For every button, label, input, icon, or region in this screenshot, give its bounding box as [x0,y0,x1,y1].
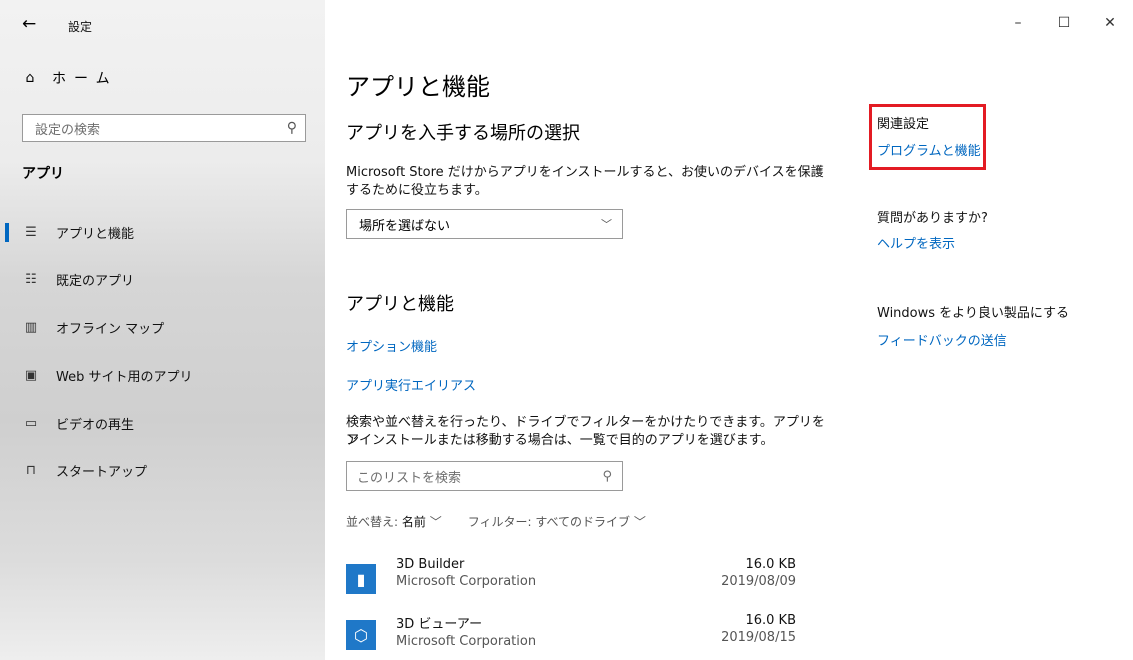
programs-features-link[interactable]: プログラムと機能 [877,140,981,159]
app-date: 2019/08/15 [721,630,796,645]
home-label: ホーム [52,71,118,87]
question-heading: 質問がありますか? [877,211,988,226]
filter-label: フィルター: すべてのドライブ [467,515,631,529]
optional-features-link[interactable]: オプション機能 [346,336,437,355]
settings-search-placeholder: 設定の検索 [35,122,101,138]
sort-label: 並べ替え: [346,515,399,529]
list-item[interactable]: ▮ 3D Builder Microsoft Corporation 16.0 … [346,557,796,603]
related-settings-heading: 関連設定 [877,117,930,132]
maximize-button[interactable]: ☐ [1041,6,1087,40]
sidebar-item-default-apps[interactable]: ☷ 既定のアプリ [22,264,134,294]
chevron-down-icon: ﹀ [429,515,442,529]
sidebar-item-label: アプリと機能 [56,226,135,242]
sidebar-item-label: オフライン マップ [56,321,165,337]
app-size: 16.0 KB [745,557,796,572]
app-date: 2019/08/09 [721,574,796,589]
back-arrow-icon[interactable]: ← [22,14,36,34]
list-desc-2: ンインストールまたは移動する場合は、一覧で目的のアプリを選びます。 [346,433,774,448]
offline-maps-icon: ▥ [24,319,38,335]
3d-viewer-icon: ⬡ [346,620,376,650]
location-dropdown-value: 場所を選ばない [359,218,451,234]
sort-value: 名前 [401,515,426,529]
sidebar: ← 設定 ⌂ ホーム 設定の検索 ⚲ アプリ ☰ アプリと機能 ☷ 既定のアプリ… [0,0,325,660]
app-name: 3D Builder [396,557,465,572]
app-list-search-input[interactable]: このリストを検索 ⚲ [346,461,623,491]
minimize-button[interactable]: – [995,6,1041,40]
app-name: 3D ビューアー [396,617,483,632]
sidebar-item-label: スタートアップ [56,464,148,480]
chevron-down-icon: ﹀ [633,515,646,529]
get-help-link[interactable]: ヘルプを表示 [877,233,955,252]
apps-features-icon: ☰ [25,224,37,240]
chevron-down-icon: ﹀ [601,218,612,231]
3d-builder-icon: ▮ [346,564,376,594]
list-item[interactable]: ⬡ 3D ビューアー Microsoft Corporation 16.0 KB… [346,613,796,659]
home-icon: ⌂ [25,70,35,86]
sort-dropdown[interactable]: 並べ替え: 名前 ﹀ [346,513,442,530]
app-execution-alias-link[interactable]: アプリ実行エイリアス [346,375,476,394]
location-dropdown[interactable]: 場所を選ばない ﹀ [346,209,623,239]
settings-search-input[interactable]: 設定の検索 ⚲ [22,114,306,142]
window-controls: – ☐ ✕ [995,6,1133,40]
choose-location-heading: アプリを入手する場所の選択 [346,123,580,144]
sidebar-item-startup[interactable]: ⊓ スタートアップ [22,455,147,485]
close-button[interactable]: ✕ [1087,6,1133,40]
startup-icon: ⊓ [25,462,37,478]
settings-window: ← 設定 ⌂ ホーム 設定の検索 ⚲ アプリ ☰ アプリと機能 ☷ 既定のアプリ… [0,0,1133,660]
app-list-search-placeholder: このリストを検索 [357,470,462,486]
section-title: アプリ [22,166,64,182]
sidebar-item-apps-for-websites[interactable]: ▣ Web サイト用のアプリ [22,360,193,390]
home-nav-item[interactable]: ⌂ ホーム [22,68,118,88]
sidebar-item-apps-features[interactable]: ☰ アプリと機能 [4,217,135,247]
search-icon: ⚲ [602,468,612,484]
sidebar-item-label: 既定のアプリ [56,273,135,289]
app-publisher: Microsoft Corporation [396,574,537,589]
apps-features-heading: アプリと機能 [346,294,454,315]
improve-windows-heading: Windows をより良い製品にする [877,306,1070,321]
sort-filter-row: 並べ替え: 名前 ﹀ フィルター: すべてのドライブ ﹀ [346,513,646,530]
choose-location-desc-1: Microsoft Store だけからアプリをインストールすると、お使いのデバ… [346,165,824,180]
app-size: 16.0 KB [745,613,796,628]
choose-location-desc-2: するために役立ちます。 [346,183,488,198]
sidebar-item-label: Web サイト用のアプリ [56,369,193,385]
filter-dropdown[interactable]: フィルター: すべてのドライブ ﹀ [468,513,646,530]
sidebar-item-offline-maps[interactable]: ▥ オフライン マップ [22,312,164,342]
sidebar-item-label: ビデオの再生 [56,417,135,433]
window-title: 設定 [68,20,93,34]
send-feedback-link[interactable]: フィードバックの送信 [877,330,1007,349]
default-apps-icon: ☷ [25,271,37,287]
page-title: アプリと機能 [346,73,490,101]
sidebar-item-video-playback[interactable]: ▭ ビデオの再生 [22,408,134,438]
video-playback-icon: ▭ [24,415,38,431]
app-publisher: Microsoft Corporation [396,634,537,649]
search-icon: ⚲ [286,120,297,136]
apps-for-websites-icon: ▣ [24,367,38,383]
